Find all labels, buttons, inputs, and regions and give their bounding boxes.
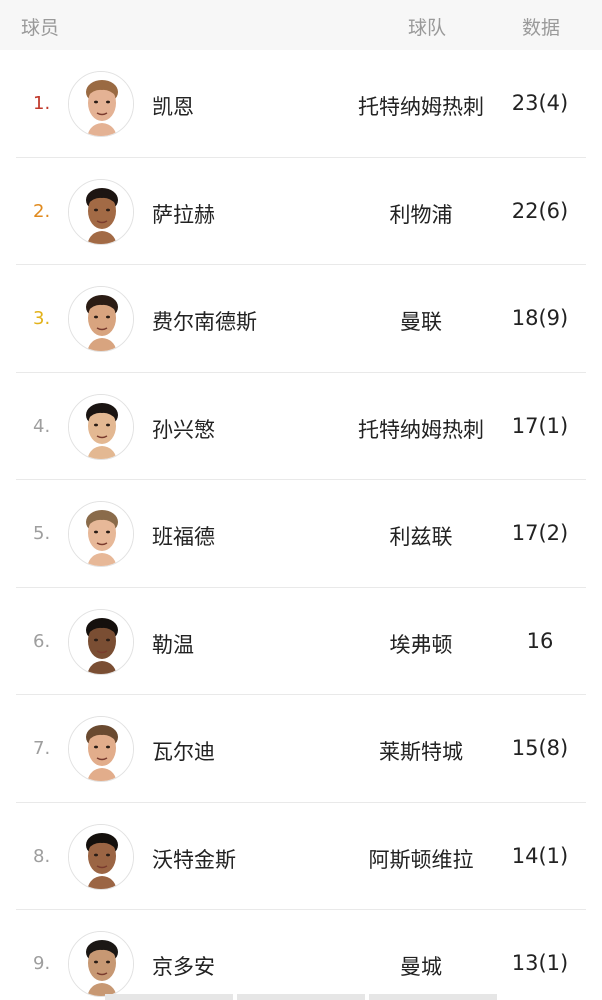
- player-portrait: [69, 287, 133, 351]
- player-list: 1. 凯恩 托特纳姆热刺 23(4) 2. 萨拉赫 利物浦 22(6) 3. 费…: [0, 50, 602, 1000]
- rank-label: 6.: [33, 630, 51, 652]
- player-row[interactable]: 9. 京多安 曼城 13(1): [0, 910, 602, 1000]
- player-name[interactable]: 萨拉赫: [152, 199, 215, 229]
- table-header: 球员 球队 数据: [0, 0, 602, 50]
- player-avatar[interactable]: [68, 823, 134, 890]
- header-data: 数据: [522, 17, 561, 39]
- player-avatar[interactable]: [68, 286, 134, 352]
- goals-stat: 17(1): [511, 413, 569, 438]
- player-portrait: [69, 717, 133, 781]
- team-name[interactable]: 阿斯顿维拉: [340, 844, 502, 874]
- rank-label: 7.: [33, 738, 51, 759]
- goals-stat: 15(8): [511, 736, 569, 760]
- goals-stat: 13(1): [511, 951, 569, 975]
- player-name[interactable]: 班福德: [152, 521, 215, 551]
- player-portrait: [69, 394, 133, 459]
- indicator-segment: [369, 994, 497, 1000]
- team-name[interactable]: 利兹联: [340, 521, 502, 551]
- team-name[interactable]: 曼城: [340, 951, 502, 981]
- player-name[interactable]: 沃特金斯: [152, 844, 236, 874]
- goals-stat: 23(4): [511, 91, 569, 115]
- team-name[interactable]: 托特纳姆热刺: [340, 414, 502, 444]
- player-portrait: [69, 179, 133, 244]
- player-row[interactable]: 2. 萨拉赫 利物浦 22(6): [0, 158, 602, 266]
- player-portrait: [69, 609, 133, 674]
- rank-label: 4.: [33, 415, 51, 437]
- team-name[interactable]: 莱斯特城: [340, 736, 502, 766]
- player-avatar[interactable]: [68, 501, 134, 567]
- player-portrait: [69, 72, 133, 136]
- goals-stat: 18(9): [511, 306, 569, 330]
- player-row[interactable]: 4. 孙兴慜 托特纳姆热刺 17(1): [0, 373, 602, 481]
- player-name[interactable]: 孙兴慜: [152, 414, 215, 444]
- player-row[interactable]: 6. 勒温 埃弗顿 16: [0, 588, 602, 696]
- player-portrait: [69, 932, 133, 996]
- goals-stat: 17(2): [511, 521, 569, 545]
- player-name[interactable]: 勒温: [152, 629, 194, 659]
- player-row[interactable]: 3. 费尔南德斯 曼联 18(9): [0, 265, 602, 373]
- player-avatar[interactable]: [68, 931, 134, 997]
- goals-stat: 14(1): [511, 843, 569, 868]
- player-name[interactable]: 京多安: [152, 951, 215, 981]
- team-name[interactable]: 利物浦: [340, 199, 502, 229]
- rank-label: 5.: [33, 523, 51, 544]
- header-player: 球员: [21, 17, 60, 39]
- player-avatar[interactable]: [68, 71, 134, 137]
- rank-label: 1.: [33, 93, 51, 114]
- player-row[interactable]: 8. 沃特金斯 阿斯顿维拉 14(1): [0, 803, 602, 911]
- team-name[interactable]: 埃弗顿: [340, 629, 502, 659]
- top-scorers-page: 球员 球队 数据 1. 凯恩 托特纳姆热刺 23(4) 2. 萨拉赫 利物浦 2…: [0, 0, 602, 1000]
- player-avatar[interactable]: [68, 393, 134, 460]
- indicator-segment: [105, 994, 233, 1000]
- player-portrait: [69, 824, 133, 889]
- rank-label: 2.: [33, 200, 51, 222]
- rank-label: 3.: [33, 308, 51, 329]
- goals-stat: 22(6): [511, 198, 569, 223]
- player-row[interactable]: 7. 瓦尔迪 莱斯特城 15(8): [0, 695, 602, 803]
- player-row[interactable]: 1. 凯恩 托特纳姆热刺 23(4): [0, 50, 602, 158]
- team-name[interactable]: 托特纳姆热刺: [340, 91, 502, 121]
- player-row[interactable]: 5. 班福德 利兹联 17(2): [0, 480, 602, 588]
- player-name[interactable]: 瓦尔迪: [152, 736, 215, 766]
- player-name[interactable]: 费尔南德斯: [152, 306, 257, 336]
- header-team: 球队: [408, 17, 447, 39]
- rank-label: 8.: [33, 845, 51, 867]
- indicator-segment: [237, 994, 365, 1000]
- bottom-scroll-indicator: [0, 994, 602, 1000]
- player-avatar[interactable]: [68, 608, 134, 675]
- player-portrait: [69, 502, 133, 566]
- player-name[interactable]: 凯恩: [152, 91, 194, 121]
- player-avatar[interactable]: [68, 716, 134, 782]
- rank-label: 9.: [33, 953, 51, 974]
- player-avatar[interactable]: [68, 178, 134, 245]
- goals-stat: 16: [526, 628, 554, 653]
- team-name[interactable]: 曼联: [340, 306, 502, 336]
